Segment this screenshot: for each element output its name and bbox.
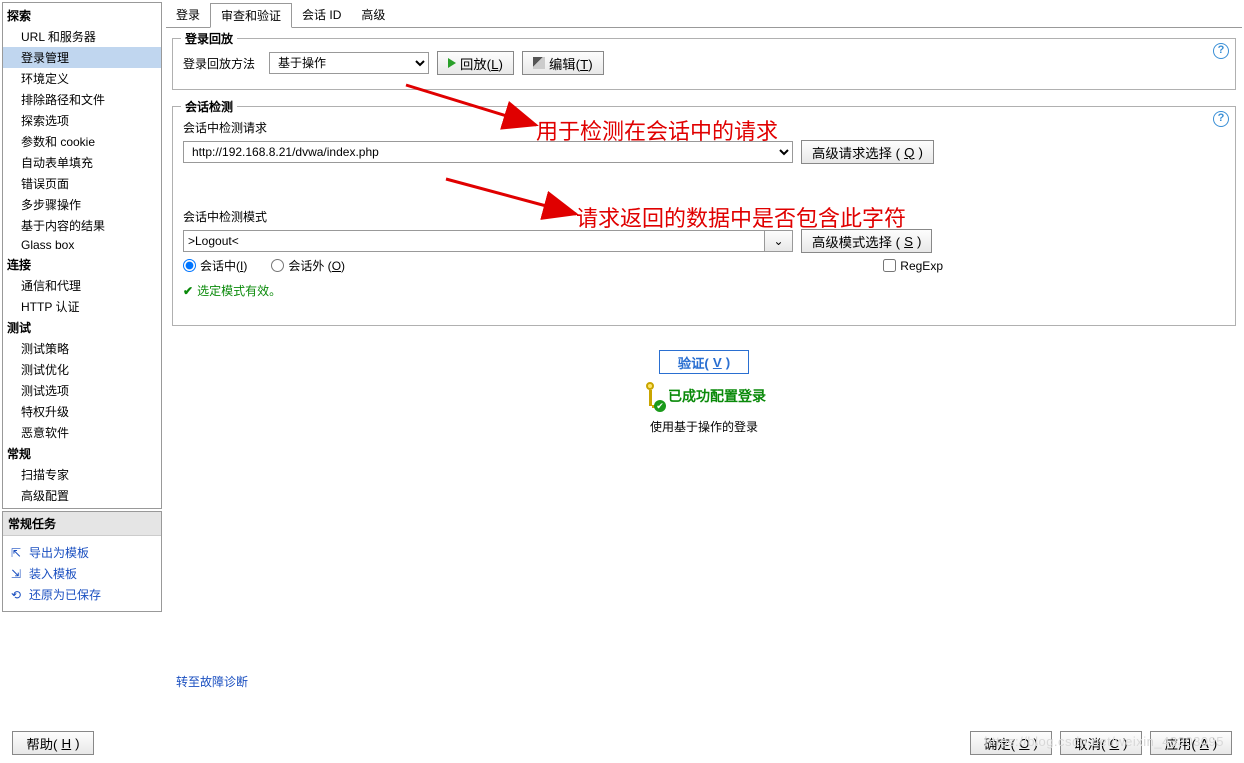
key-success-icon: ✔ [642, 382, 662, 410]
tree-item[interactable]: 测试优化 [3, 359, 161, 380]
tree-item[interactable]: 恶意软件 [3, 422, 161, 443]
group-login-replay: 登录回放 ? 登录回放方法 基于操作 回放(L) 编辑(T) [172, 38, 1236, 90]
regexp-checkbox[interactable]: RegExp [883, 259, 943, 273]
replay-method-label: 登录回放方法 [183, 55, 261, 72]
diagnostics-link[interactable]: 转至故障诊断 [176, 673, 248, 690]
watermark: https://blog.csdn.net/weixin_43303095 [984, 734, 1224, 749]
tree-item[interactable]: 自动表单填充 [3, 152, 161, 173]
tree-section-header: 常规 [3, 443, 161, 464]
sidebar-tree: 探索URL 和服务器登录管理环境定义排除路径和文件探索选项参数和 cookie自… [2, 2, 162, 509]
task-link[interactable]: ⟲还原为已保存 [11, 584, 153, 605]
check-icon: ✔ [183, 284, 193, 298]
replay-button[interactable]: 回放(L) [437, 51, 514, 75]
tree-item[interactable]: 特权升级 [3, 401, 161, 422]
success-text: 已成功配置登录 [668, 386, 766, 406]
session-request-label: 会话中检测请求 [183, 119, 267, 136]
task-link[interactable]: ⇱导出为模板 [11, 542, 153, 563]
verify-button[interactable]: 验证(V) [659, 350, 749, 374]
tasks-header: 常规任务 [3, 512, 161, 536]
replay-method-select[interactable]: 基于操作 [269, 52, 429, 74]
tree-item[interactable]: 探索选项 [3, 110, 161, 131]
tree-item[interactable]: 扫描专家 [3, 464, 161, 485]
help-icon[interactable]: ? [1213, 43, 1229, 59]
tree-item[interactable]: 排除路径和文件 [3, 89, 161, 110]
tab[interactable]: 会话 ID [292, 3, 351, 28]
tree-item[interactable]: 高级配置 [3, 485, 161, 506]
group-title: 登录回放 [181, 30, 237, 47]
task-icon: ⟲ [11, 588, 25, 602]
tree-item[interactable]: 测试选项 [3, 380, 161, 401]
pattern-dropdown-button[interactable]: ⌄ [765, 230, 793, 252]
tab[interactable]: 高级 [351, 3, 395, 28]
tree-item[interactable]: Glass box [3, 236, 161, 254]
tab[interactable]: 审查和验证 [210, 3, 292, 28]
tree-item[interactable]: URL 和服务器 [3, 26, 161, 47]
tree-item[interactable]: 错误页面 [3, 173, 161, 194]
session-pattern-input[interactable] [183, 230, 765, 252]
tasks-panel: 常规任务 ⇱导出为模板⇲装入模板⟲还原为已保存 [2, 511, 162, 612]
tree-item[interactable]: HTTP 认证 [3, 296, 161, 317]
advanced-request-button[interactable]: 高级请求选择 (Q) [801, 140, 934, 164]
tree-item[interactable]: 登录管理 [3, 47, 161, 68]
tree-section-header: 测试 [3, 317, 161, 338]
tree-item[interactable]: 参数和 cookie [3, 131, 161, 152]
tab-bar: 登录审查和验证会话 ID高级 [166, 2, 1242, 28]
group-session-detection: 会话检测 ? 会话中检测请求 http://192.168.8.21/dvwa/… [172, 106, 1236, 326]
tree-item[interactable]: 测试策略 [3, 338, 161, 359]
radio-out-session[interactable]: 会话外 (O) [271, 257, 345, 274]
advanced-pattern-button[interactable]: 高级模式选择 (S) [801, 229, 932, 253]
session-pattern-label: 会话中检测模式 [183, 208, 267, 225]
task-link[interactable]: ⇲装入模板 [11, 563, 153, 584]
tree-section-header: 探索 [3, 5, 161, 26]
tree-item[interactable]: 基于内容的结果 [3, 215, 161, 236]
tab[interactable]: 登录 [166, 3, 210, 28]
help-icon[interactable]: ? [1213, 111, 1229, 127]
tree-section-header: 连接 [3, 254, 161, 275]
tree-item[interactable]: 通信和代理 [3, 275, 161, 296]
pattern-valid-message: ✔选定模式有效。 [183, 282, 1225, 299]
edit-icon [533, 57, 545, 69]
task-icon: ⇱ [11, 546, 25, 560]
help-button[interactable]: 帮助(H) [12, 731, 94, 755]
play-icon [448, 58, 456, 68]
tree-item[interactable]: 多步骤操作 [3, 194, 161, 215]
edit-button[interactable]: 编辑(T) [522, 51, 604, 75]
session-request-select[interactable]: http://192.168.8.21/dvwa/index.php [183, 141, 793, 163]
success-subtext: 使用基于操作的登录 [650, 418, 758, 435]
tree-item[interactable]: 环境定义 [3, 68, 161, 89]
radio-in-session[interactable]: 会话中(I) [183, 257, 247, 274]
group-title: 会话检测 [181, 98, 237, 115]
task-icon: ⇲ [11, 567, 25, 581]
